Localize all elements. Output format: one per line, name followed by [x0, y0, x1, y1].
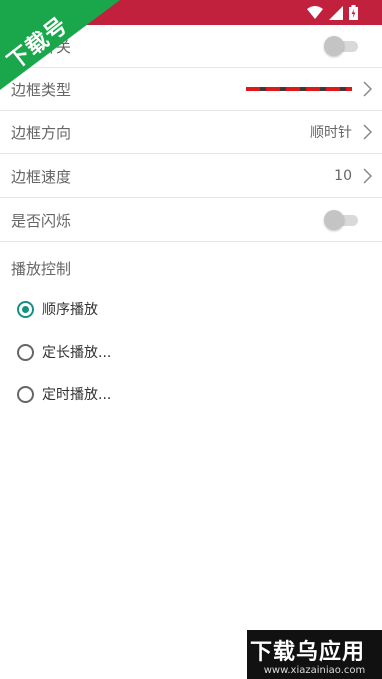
radio-unchecked[interactable]: [17, 343, 34, 361]
radio-option-label: 顺序播放: [42, 302, 98, 318]
toggle-knob: [324, 210, 344, 230]
row-border-direction[interactable]: 边框方向 顺时针: [0, 111, 382, 154]
watermark-corner: 下载号: [0, 0, 120, 90]
radio-option-timed[interactable]: 定时播放...: [17, 382, 111, 406]
signal-icon: [329, 5, 343, 20]
border-speed-value: 10: [334, 168, 352, 184]
playback-section-title: 播放控制: [11, 260, 72, 278]
watermark-bottom: 下载乌应用 www.xiazainiao.com: [247, 630, 382, 679]
radio-option-fixed-length[interactable]: 定长播放...: [17, 340, 111, 364]
status-icons: [307, 4, 358, 21]
radio-checked[interactable]: [17, 300, 34, 318]
chevron-right-icon: [363, 124, 372, 140]
watermark-bottom-text: 下载乌应用: [250, 640, 366, 665]
wifi-icon: [307, 6, 323, 19]
border-type-sample: [246, 87, 352, 91]
chevron-right-icon: [363, 168, 372, 184]
chevron-right-icon: [363, 81, 372, 97]
radio-option-label: 定长播放...: [42, 345, 112, 361]
radio-option-label: 定时播放...: [42, 387, 112, 403]
row-border-speed[interactable]: 边框速度 10: [0, 155, 382, 198]
border-speed-label: 边框速度: [11, 167, 72, 186]
border-direction-value: 顺时针: [310, 125, 352, 141]
radio-unchecked[interactable]: [17, 385, 34, 403]
toggle-knob: [324, 36, 344, 56]
border-direction-label: 边框方向: [11, 123, 72, 142]
blink-label: 是否闪烁: [11, 211, 72, 230]
row-blink[interactable]: 是否闪烁: [0, 199, 382, 242]
blink-toggle[interactable]: [324, 210, 358, 230]
border-switch-toggle[interactable]: [324, 36, 358, 56]
watermark-bottom-url: www.xiazainiao.com: [263, 665, 366, 676]
battery-icon: [349, 5, 358, 20]
radio-option-sequential[interactable]: 顺序播放: [17, 297, 98, 321]
